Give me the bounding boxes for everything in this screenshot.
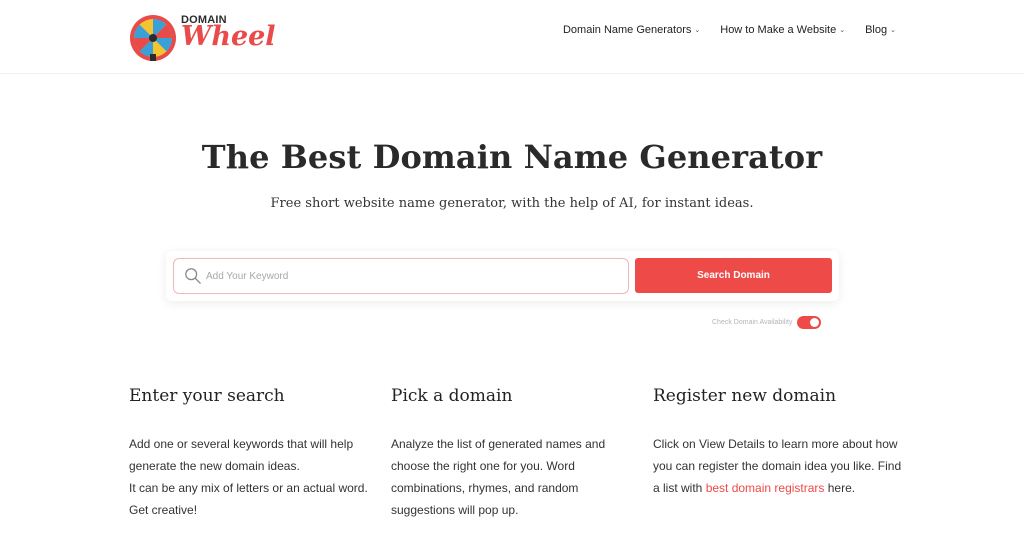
search-box (173, 258, 629, 294)
step-enter-search: Enter your search Add one or several key… (129, 386, 379, 521)
page-subtitle: Free short website name generator, with … (270, 196, 754, 211)
main-nav: Domain Name Generators ⌄ How to Make a W… (563, 24, 896, 36)
chevron-down-icon: ⌄ (694, 27, 701, 34)
step-title: Pick a domain (391, 386, 513, 406)
nav-item-label: Blog (865, 24, 888, 36)
best-domain-registrars-link[interactable]: best domain registrars (706, 481, 825, 495)
wheel-logo-icon (130, 15, 176, 61)
chevron-down-icon: ⌄ (890, 27, 896, 34)
nav-item-label: How to Make a Website (720, 24, 837, 36)
nav-item-how-to-make-a-website[interactable]: How to Make a Website ⌄ (720, 24, 845, 36)
search-domain-button[interactable]: Search Domain (635, 258, 832, 293)
nav-item-label: Domain Name Generators (562, 24, 692, 36)
step-description: Add one or several keywords that will he… (129, 437, 368, 517)
step-description: Click on View Details to learn more abou… (653, 437, 902, 495)
search-icon (185, 268, 201, 284)
check-availability-toggle[interactable] (797, 316, 822, 329)
page-title: The Best Domain Name Generator (201, 138, 823, 176)
step-title: Register new domain (653, 386, 837, 406)
search-panel: Search Domain (166, 251, 839, 301)
keyword-input[interactable] (206, 270, 606, 282)
step-description: Analyze the list of generated names and … (391, 437, 606, 517)
nav-item-blog[interactable]: Blog ⌄ (865, 24, 896, 36)
check-availability-label: Check Domain Availability (712, 319, 793, 326)
site-logo[interactable]: DOMAIN Wheel (129, 10, 279, 66)
step-register-domain: Register new domain Click on View Detail… (653, 386, 903, 499)
site-header: DOMAIN Wheel Domain Name Generators ⌄ Ho… (0, 0, 1024, 74)
toggle-knob (810, 318, 820, 327)
step-pick-domain: Pick a domain Analyze the list of genera… (391, 386, 641, 521)
logo-main-text: Wheel (181, 21, 276, 52)
step-title: Enter your search (129, 386, 285, 406)
nav-item-domain-name-generators[interactable]: Domain Name Generators ⌄ (563, 24, 700, 36)
check-availability-row: Check Domain Availability (712, 316, 822, 329)
chevron-down-icon: ⌄ (839, 27, 846, 34)
